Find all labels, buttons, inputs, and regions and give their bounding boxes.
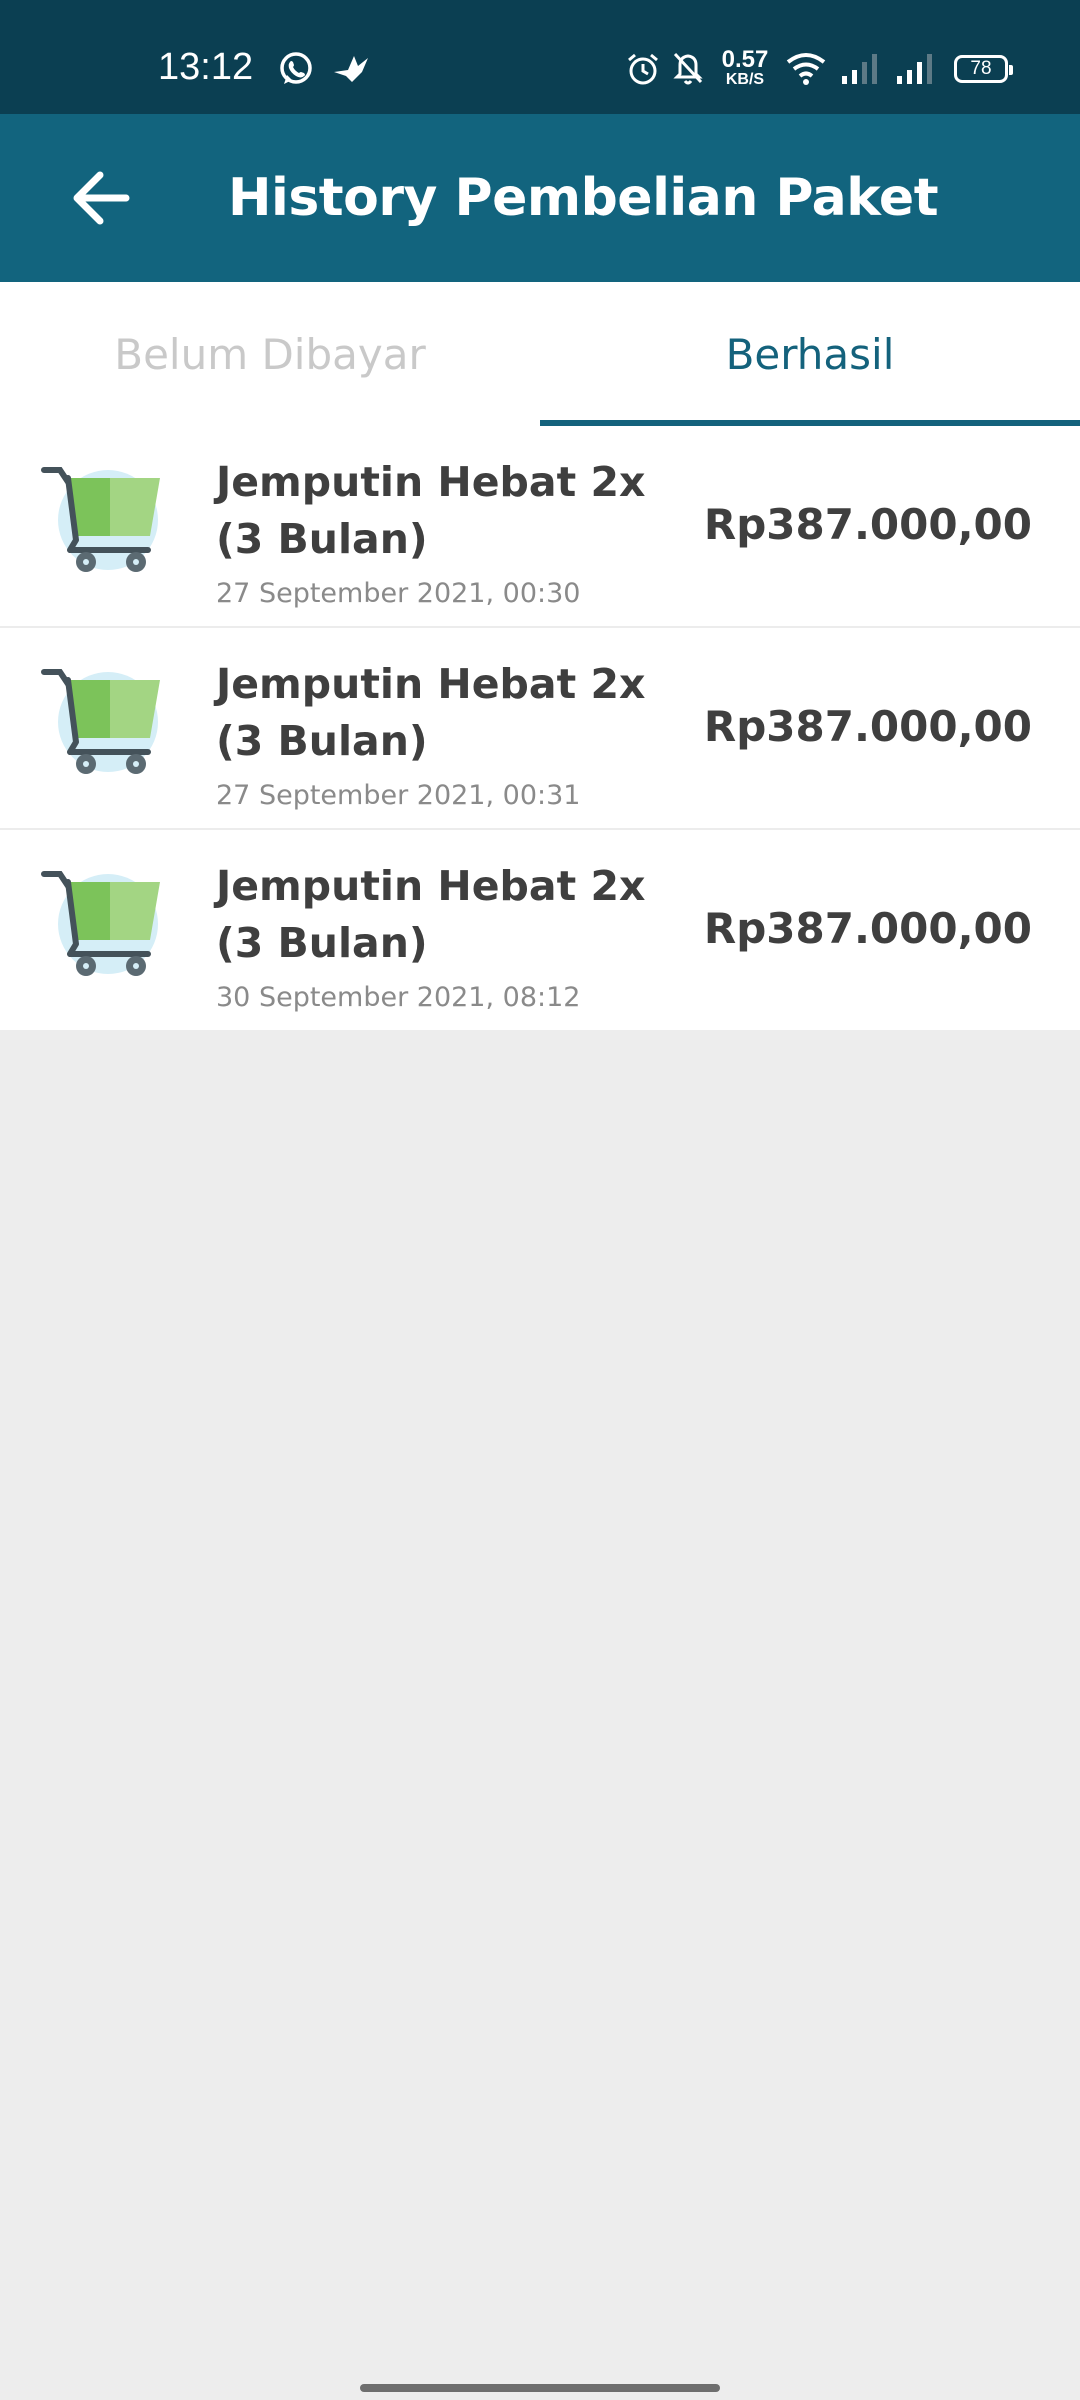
purchase-price: Rp387.000,00 — [703, 500, 1032, 549]
wifi-icon — [786, 53, 826, 85]
app-bar: History Pembelian Paket — [0, 114, 1080, 282]
purchase-date: 27 September 2021, 00:31 — [216, 780, 581, 811]
purchase-list: Jemputin Hebat 2x (3 Bulan) 27 September… — [0, 426, 1080, 1030]
purchase-title: Jemputin Hebat 2x (3 Bulan) — [216, 458, 646, 563]
bell-off-icon — [673, 52, 703, 85]
list-item[interactable]: Jemputin Hebat 2x (3 Bulan) 27 September… — [0, 426, 1080, 628]
tab-belum-dibayar[interactable]: Belum Dibayar — [0, 282, 540, 426]
status-time: 13:12 — [158, 46, 254, 88]
shopping-cart-icon — [41, 467, 160, 572]
back-button[interactable] — [60, 158, 140, 238]
signal-icon — [842, 54, 877, 84]
page-title: History Pembelian Paket — [228, 168, 939, 228]
network-speed: 0.57 KB/S — [721, 46, 769, 88]
shopping-cart-icon — [41, 669, 160, 774]
list-item[interactable]: Jemputin Hebat 2x (3 Bulan) 27 September… — [0, 628, 1080, 830]
purchase-title: Jemputin Hebat 2x (3 Bulan) — [216, 660, 646, 765]
battery-icon: 78 — [954, 55, 1013, 83]
alarm-icon — [628, 53, 658, 85]
status-bar: 13:12 0.57 KB/S 78 — [0, 0, 1080, 114]
tab-bar: Belum Dibayar Berhasil — [0, 282, 1080, 426]
shopping-cart-icon — [41, 871, 160, 976]
purchase-title: Jemputin Hebat 2x (3 Bulan) — [216, 862, 646, 967]
list-item[interactable]: Jemputin Hebat 2x (3 Bulan) 30 September… — [0, 830, 1080, 1030]
arrow-left-icon — [73, 171, 130, 225]
purchase-date: 27 September 2021, 00:30 — [216, 578, 581, 609]
purchase-price: Rp387.000,00 — [703, 702, 1032, 751]
tab-berhasil[interactable]: Berhasil — [540, 282, 1080, 426]
purchase-price: Rp387.000,00 — [703, 904, 1032, 953]
purchase-date: 30 September 2021, 08:12 — [216, 982, 581, 1013]
whatsapp-icon — [280, 52, 312, 84]
bird-icon — [334, 56, 368, 82]
signal-icon — [897, 54, 932, 84]
home-indicator[interactable] — [360, 2384, 720, 2392]
